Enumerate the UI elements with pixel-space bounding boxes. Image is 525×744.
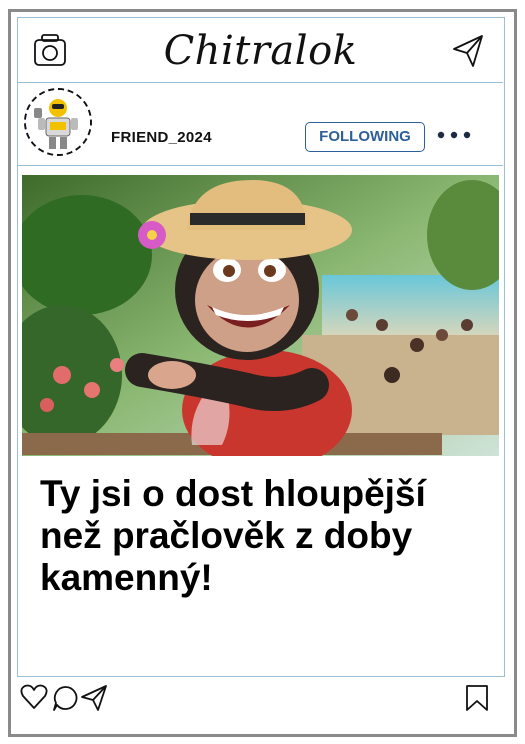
app-header: Chitralok	[18, 18, 503, 83]
bookmark-icon[interactable]	[464, 684, 490, 712]
username[interactable]: FRIEND_2024	[111, 129, 212, 146]
action-bar	[18, 676, 503, 720]
chimp-beach-illustration	[22, 175, 499, 456]
post-caption: Ty jsi o dost hloupější než pračlověk z …	[40, 473, 426, 598]
following-button[interactable]: FOLLOWING	[305, 122, 425, 152]
heart-icon[interactable]	[20, 684, 48, 710]
avatar[interactable]	[24, 88, 92, 156]
send-icon[interactable]	[451, 33, 485, 69]
post-image	[22, 175, 499, 456]
robot-avatar-image	[26, 90, 90, 154]
app-logo: Chitralok	[163, 28, 358, 74]
post-header: FRIEND_2024 FOLLOWING	[18, 83, 503, 166]
comment-icon[interactable]	[51, 684, 79, 712]
more-icon[interactable]	[436, 131, 472, 139]
share-icon[interactable]	[80, 684, 108, 712]
